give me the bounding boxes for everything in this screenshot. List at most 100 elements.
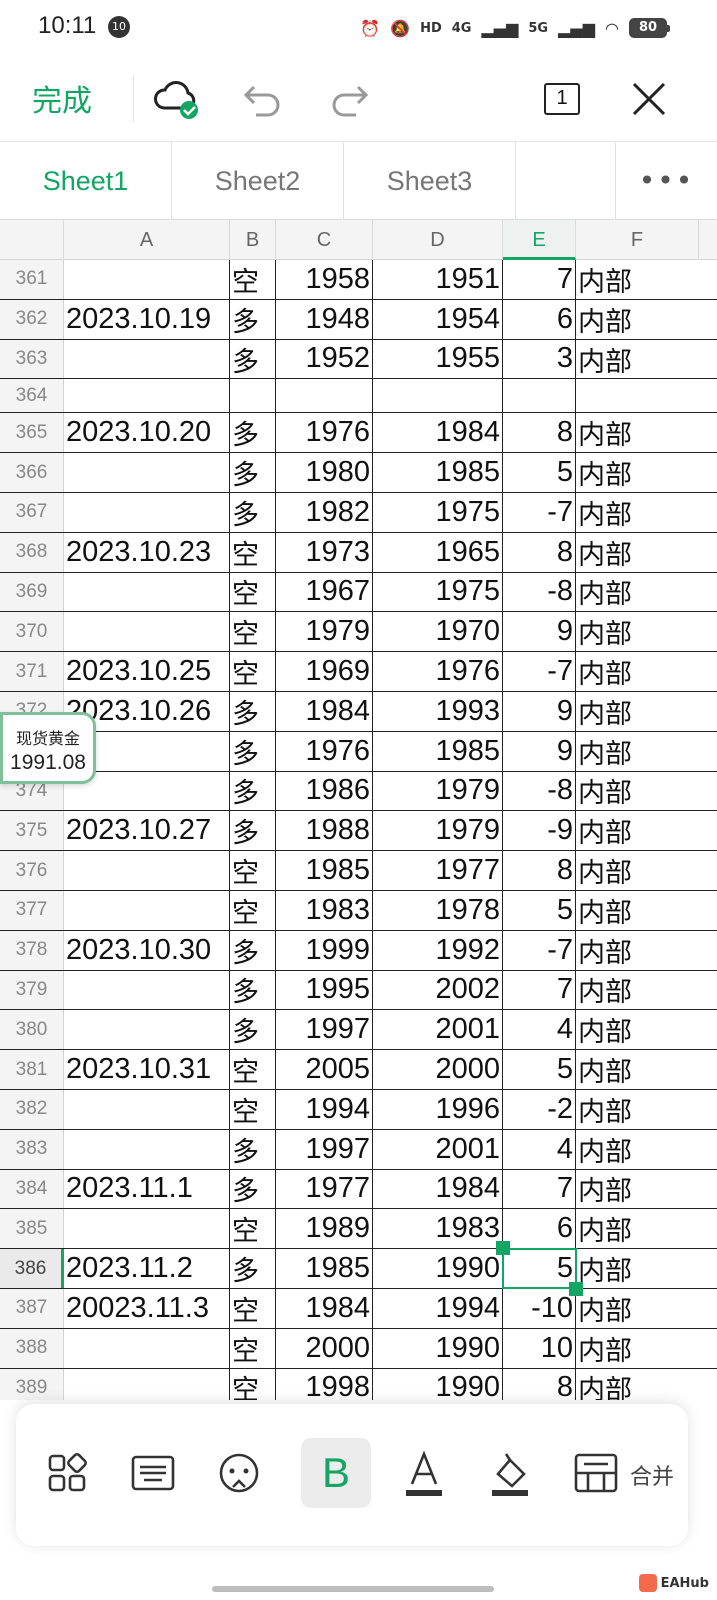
row-number[interactable]: 380 xyxy=(0,1010,64,1050)
row-number[interactable]: 379 xyxy=(0,970,64,1010)
cell-b[interactable]: 多 xyxy=(230,811,276,851)
cell-c[interactable]: 1977 xyxy=(276,1169,373,1209)
cell-a[interactable] xyxy=(64,453,230,492)
tab-sheet2[interactable]: Sheet2 xyxy=(172,142,344,220)
cell-c[interactable]: 1976 xyxy=(276,413,373,453)
cell-d[interactable]: 1955 xyxy=(373,339,503,379)
cell-f[interactable]: 内部 xyxy=(576,1130,699,1169)
cell-c[interactable]: 1986 xyxy=(276,771,373,811)
cell-d[interactable]: 1992 xyxy=(373,930,503,970)
cell-d[interactable]: 1990 xyxy=(373,1249,503,1288)
cell-d[interactable]: 1984 xyxy=(373,413,503,453)
cell-e[interactable]: 4 xyxy=(503,1010,576,1050)
cell-c[interactable]: 1980 xyxy=(276,453,373,492)
row-number[interactable]: 381 xyxy=(0,1050,64,1089)
cell-b[interactable]: 空 xyxy=(230,1328,276,1368)
row-number[interactable]: 362 xyxy=(0,299,64,339)
cell-d[interactable]: 1983 xyxy=(373,1209,503,1249)
fill-color-button[interactable] xyxy=(475,1438,545,1508)
cell-e[interactable]: 5 xyxy=(503,1249,576,1288)
cell-f[interactable]: 内部 xyxy=(576,1090,699,1129)
cell-c[interactable]: 1985 xyxy=(276,1249,373,1288)
cell-b[interactable]: 多 xyxy=(230,1249,276,1288)
cell-c[interactable]: 1976 xyxy=(276,731,373,771)
home-indicator[interactable] xyxy=(212,1586,494,1592)
cell-a[interactable] xyxy=(64,1129,230,1169)
column-header-e[interactable]: E xyxy=(503,220,576,260)
cell-c[interactable] xyxy=(276,379,373,413)
cell-e[interactable]: 4 xyxy=(503,1129,576,1169)
cell-e[interactable]: 6 xyxy=(503,1209,576,1249)
row-number[interactable]: 361 xyxy=(0,260,64,299)
cell-b[interactable]: 多 xyxy=(230,492,276,532)
cell-e[interactable]: 9 xyxy=(503,691,576,731)
cell-d[interactable]: 2002 xyxy=(373,970,503,1010)
cell-f[interactable]: 内部 xyxy=(576,1369,699,1400)
row-number[interactable]: 376 xyxy=(0,851,64,890)
row-number[interactable]: 387 xyxy=(0,1288,64,1328)
cell-b[interactable]: 多 xyxy=(230,1010,276,1050)
cell-a[interactable] xyxy=(64,970,230,1010)
cell-c[interactable]: 1985 xyxy=(276,851,373,890)
row-number[interactable]: 369 xyxy=(0,572,64,612)
cell-f[interactable]: 内部 xyxy=(576,340,699,379)
cell-format-icon[interactable] xyxy=(561,1438,631,1508)
cell-f[interactable]: 内部 xyxy=(576,1010,699,1049)
cell-d[interactable]: 1985 xyxy=(373,731,503,771)
cell-b[interactable]: 多 xyxy=(230,970,276,1010)
cell-b[interactable]: 空 xyxy=(230,851,276,890)
row-number[interactable]: 364 xyxy=(0,379,64,413)
cell-b[interactable]: 多 xyxy=(230,453,276,492)
cell-a[interactable] xyxy=(64,851,230,890)
apps-grid-icon[interactable] xyxy=(32,1438,102,1508)
cell-a[interactable] xyxy=(64,492,230,532)
cell-a[interactable] xyxy=(64,1209,230,1249)
page-count-button[interactable]: 1 xyxy=(537,74,587,124)
cell-d[interactable]: 1979 xyxy=(373,811,503,851)
cloud-sync-icon[interactable] xyxy=(152,74,202,124)
cell-c[interactable]: 1973 xyxy=(276,532,373,572)
cell-b[interactable]: 空 xyxy=(230,1089,276,1129)
row-number[interactable]: 368 xyxy=(0,532,64,572)
cell-b[interactable] xyxy=(230,379,276,413)
cell-e[interactable]: 5 xyxy=(503,890,576,930)
cell-a[interactable] xyxy=(64,379,230,413)
cell-b[interactable]: 空 xyxy=(230,1050,276,1089)
cell-e[interactable]: -7 xyxy=(503,930,576,970)
cell-e[interactable]: -10 xyxy=(503,1288,576,1328)
cell-d[interactable]: 1996 xyxy=(373,1089,503,1129)
row-number[interactable]: 386 xyxy=(0,1249,64,1288)
cell-b[interactable]: 空 xyxy=(230,652,276,691)
row-number[interactable]: 366 xyxy=(0,453,64,492)
cell-a[interactable] xyxy=(64,339,230,379)
cell-a[interactable]: 2023.10.23 xyxy=(64,532,230,572)
cell-a[interactable] xyxy=(64,1010,230,1050)
cell-b[interactable]: 空 xyxy=(230,572,276,612)
cell-c[interactable]: 1989 xyxy=(276,1209,373,1249)
cell-d[interactable]: 1990 xyxy=(373,1328,503,1368)
cell-f[interactable]: 内部 xyxy=(576,533,699,572)
spreadsheet-grid[interactable]: A B C D E F 361 空 1958 1951 7 内部 362 2023.10.19… xyxy=(0,220,717,1400)
cell-d[interactable]: 1954 xyxy=(373,299,503,339)
cell-e[interactable]: -8 xyxy=(503,771,576,811)
cell-e[interactable]: 9 xyxy=(503,731,576,771)
cell-a[interactable]: 2023.10.25 xyxy=(64,652,230,691)
cell-f[interactable]: 内部 xyxy=(576,652,699,691)
more-tabs-button[interactable]: ••• xyxy=(616,142,717,219)
cell-d[interactable]: 1978 xyxy=(373,890,503,930)
cell-b[interactable]: 空 xyxy=(230,532,276,572)
cell-e[interactable]: 3 xyxy=(503,339,576,379)
cell-f[interactable]: 内部 xyxy=(576,1289,699,1328)
cell-a[interactable] xyxy=(64,890,230,930)
cell-a[interactable]: 20023.11.3 xyxy=(64,1288,230,1328)
cell-e[interactable]: -8 xyxy=(503,572,576,612)
cell-e[interactable]: 7 xyxy=(503,1169,576,1209)
cell-c[interactable]: 1998 xyxy=(276,1368,373,1400)
cell-a[interactable]: 2023.10.19 xyxy=(64,299,230,339)
cell-e[interactable]: 6 xyxy=(503,299,576,339)
cell-f[interactable]: 内部 xyxy=(576,300,699,339)
row-number[interactable]: 383 xyxy=(0,1129,64,1169)
row-number[interactable]: 365 xyxy=(0,413,64,453)
cell-a[interactable] xyxy=(64,260,230,299)
selection-handle-bottom-right[interactable] xyxy=(569,1281,583,1296)
